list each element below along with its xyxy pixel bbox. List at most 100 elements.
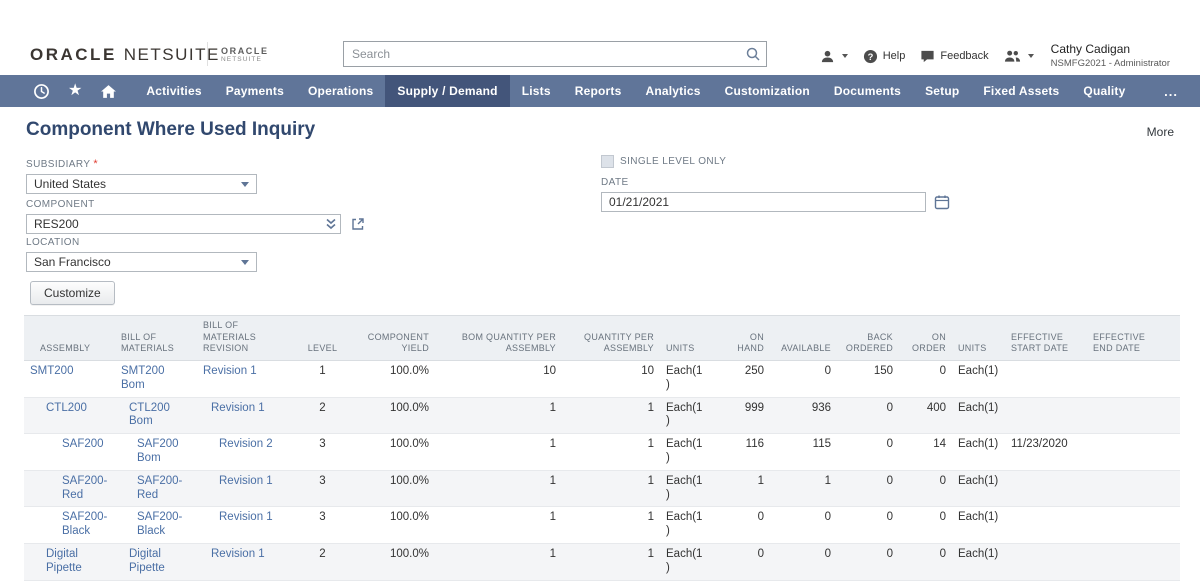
cell-available: 1 (770, 470, 837, 508)
cell-bom_qty: 1 (435, 433, 562, 471)
nav-item-lists[interactable]: Lists (510, 75, 563, 107)
bom-link[interactable]: SAF200 Bom (137, 438, 179, 464)
cell-revision: Revision 1 (197, 470, 295, 508)
nav-item-customization[interactable]: Customization (713, 75, 822, 107)
revision-link[interactable]: Revision 1 (203, 365, 257, 377)
cell-eff_end (1087, 433, 1180, 471)
cell-level: 2 (295, 543, 350, 581)
assembly-link[interactable]: CTL200 (46, 402, 87, 414)
table-header-row: ASSEMBLY BILL OF MATERIALS BILL OF MATERIA… (24, 314, 1180, 362)
cell-available: 0 (770, 506, 837, 545)
users-menu[interactable] (1004, 49, 1034, 63)
company-logo: ORACLE NETSUITE (221, 46, 269, 64)
cell-eff_end (1087, 360, 1180, 398)
bom-link[interactable]: CTL200 Bom (129, 402, 170, 428)
home-icon[interactable] (91, 75, 126, 107)
more-link[interactable]: More (1147, 125, 1174, 141)
user-info[interactable]: Cathy Cadigan NSMFG2021 - Administrator (1051, 42, 1170, 70)
feedback-menu[interactable]: Feedback (920, 49, 989, 64)
cell-back_ordered: 0 (837, 506, 899, 545)
cell-back_ordered: 0 (837, 397, 899, 435)
location-select[interactable]: San Francisco (26, 252, 257, 272)
nav-item-supply-demand[interactable]: Supply / Demand (385, 75, 510, 107)
cell-eff_start (1005, 506, 1087, 545)
help-menu[interactable]: ? Help (863, 49, 905, 64)
column-header-bom: BILL OF MATERIALS (115, 314, 197, 362)
column-header-back_ordered: BACK ORDERED (837, 314, 899, 362)
cell-units: Each(1) (660, 470, 712, 508)
date-field: DATE (601, 177, 950, 212)
cell-available: 0 (770, 543, 837, 581)
cell-bom_qty: 1 (435, 543, 562, 581)
column-header-on_order: ON ORDER (899, 314, 952, 362)
nav-item-activities[interactable]: Activities (134, 75, 213, 107)
cell-bom_qty: 1 (435, 470, 562, 508)
cell-qty: 1 (562, 433, 660, 471)
date-label: DATE (601, 177, 629, 188)
single-level-field: SINGLE LEVEL ONLY (601, 155, 726, 168)
cell-units2: Each(1) (952, 543, 1005, 581)
subsidiary-select[interactable]: United States (26, 174, 257, 194)
recent-records-icon[interactable] (24, 75, 59, 107)
column-header-eff_end: EFFECTIVE END DATE (1087, 314, 1180, 362)
column-header-units2: UNITS (952, 314, 1005, 362)
revision-link[interactable]: Revision 1 (211, 548, 265, 560)
revision-link[interactable]: Revision 1 (219, 511, 273, 523)
component-input[interactable] (26, 214, 341, 234)
nav-item-payments[interactable]: Payments (214, 75, 296, 107)
netsuite-logo[interactable]: ORACLE NETSUITE (30, 45, 220, 65)
shortcuts-star-icon[interactable]: ★ (59, 75, 91, 107)
bom-link[interactable]: Digital Pipette (129, 548, 165, 574)
logo-netsuite-text: NETSUITE (123, 45, 220, 64)
person-icon (820, 49, 835, 64)
select-list-icon[interactable] (325, 217, 337, 231)
logo-oracle-text: ORACLE (30, 45, 117, 64)
cell-bom: SAF200 Bom (115, 433, 197, 471)
page-title: Component Where Used Inquiry (26, 119, 316, 140)
revision-link[interactable]: Revision 1 (211, 402, 265, 414)
search-input[interactable] (344, 42, 738, 66)
search-icon[interactable] (745, 46, 761, 62)
bom-link[interactable]: SAF200-Black (137, 511, 182, 537)
nav-item-quality[interactable]: Quality (1071, 75, 1137, 107)
nav-item-fixed-assets[interactable]: Fixed Assets (971, 75, 1071, 107)
cell-qty: 1 (562, 397, 660, 435)
assembly-link[interactable]: SAF200-Red (62, 475, 107, 501)
single-level-checkbox[interactable] (601, 155, 614, 168)
cell-back_ordered: 0 (837, 433, 899, 471)
nav-overflow-menu[interactable]: ... (1142, 75, 1200, 107)
assembly-link[interactable]: SMT200 (30, 365, 73, 377)
cell-yield: 100.0% (350, 433, 435, 471)
nav-item-operations[interactable]: Operations (296, 75, 385, 107)
subsidiary-field: SUBSIDIARY * United States (26, 159, 257, 194)
cell-revision: Revision 1 (197, 397, 295, 435)
cell-on_order: 0 (899, 543, 952, 581)
nav-item-analytics[interactable]: Analytics (633, 75, 712, 107)
assembly-link[interactable]: SAF200 (62, 438, 104, 450)
cell-on_hand: 250 (712, 360, 770, 398)
bom-link[interactable]: SMT200 Bom (121, 365, 164, 391)
revision-link[interactable]: Revision 1 (219, 475, 273, 487)
revision-link[interactable]: Revision 2 (219, 438, 273, 450)
cell-on_order: 0 (899, 470, 952, 508)
company-logo-line2: NETSUITE (221, 56, 262, 64)
date-input[interactable] (601, 192, 926, 212)
nav-item-setup[interactable]: Setup (913, 75, 971, 107)
table-row: Digital Pipette Digital Pipette Revision 1… (24, 543, 1180, 581)
nav-item-documents[interactable]: Documents (822, 75, 913, 107)
role-menu[interactable] (820, 49, 848, 64)
customize-button[interactable]: Customize (30, 281, 115, 305)
cell-revision: Revision 2 (197, 433, 295, 471)
open-record-icon[interactable] (351, 217, 365, 231)
cell-eff_start (1005, 470, 1087, 508)
calendar-icon[interactable] (934, 194, 950, 210)
cell-yield: 100.0% (350, 360, 435, 398)
bom-link[interactable]: SAF200-Red (137, 475, 182, 501)
cell-yield: 100.0% (350, 470, 435, 508)
cell-units2: Each(1) (952, 397, 1005, 435)
dropdown-arrow-icon (241, 182, 249, 187)
assembly-link[interactable]: Digital Pipette (46, 548, 82, 574)
nav-item-reports[interactable]: Reports (563, 75, 634, 107)
cell-level: 3 (295, 433, 350, 471)
assembly-link[interactable]: SAF200-Black (62, 511, 107, 537)
